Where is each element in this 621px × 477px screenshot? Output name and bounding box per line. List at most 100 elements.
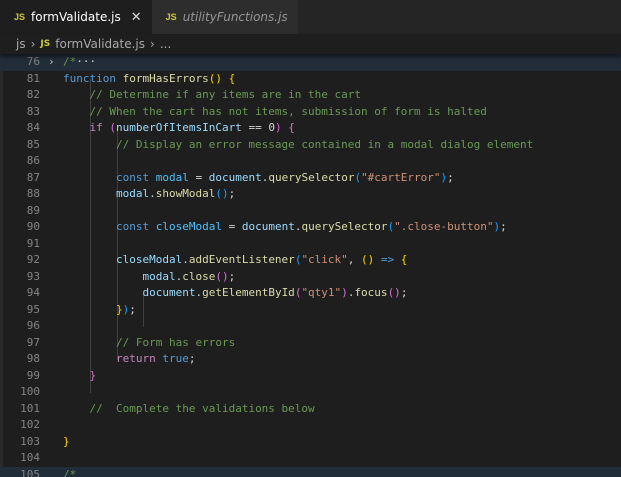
line-number: 102 [20, 418, 40, 431]
code-token: () [215, 187, 229, 200]
code-line[interactable]: 99 } [0, 368, 621, 385]
breadcrumb: js › JS formValidate.js › ... [0, 34, 621, 54]
code-text: modal.showModal(); [63, 186, 235, 203]
line-number: 103 [20, 434, 40, 448]
fold-chevron-icon[interactable]: › [48, 54, 55, 71]
code-token: ; [188, 352, 196, 365]
editor-tab-bar: JS formValidate.js ✕ JS utilityFunctions… [0, 0, 621, 34]
line-number: 93 [26, 269, 40, 283]
code-line[interactable]: 76 › /*··· [0, 54, 621, 71]
code-token: close [182, 269, 216, 283]
code-token: "qty1" [301, 286, 342, 299]
line-number: 96 [26, 319, 40, 332]
code-text: /* [60, 467, 76, 477]
code-token: true [162, 352, 189, 365]
line-number: 105 [20, 467, 40, 477]
code-text: if (numberOfItemsInCart == 0) { [63, 120, 295, 137]
code-token: "click" [301, 253, 348, 266]
code-token: . [149, 187, 156, 200]
code-token: ; [500, 220, 507, 233]
code-line[interactable]: 98 return true; [0, 351, 621, 368]
code-token: } [63, 434, 70, 448]
code-token: { [228, 71, 236, 85]
code-text: /*··· [60, 54, 96, 71]
code-token: ) [341, 286, 348, 299]
code-line[interactable]: 89 [0, 203, 621, 220]
code-token: () [208, 71, 222, 85]
line-number: 99 [26, 368, 40, 382]
code-token: numberOfItemsInCart [116, 121, 242, 134]
chevron-right-icon: › [30, 37, 36, 51]
code-line[interactable]: 101 // Complete the validations below [0, 401, 621, 418]
code-line[interactable]: 93 modal.close(); [0, 269, 621, 286]
code-token: getElementById [202, 286, 295, 299]
line-number: 104 [20, 451, 40, 464]
line-number: 95 [26, 302, 40, 316]
code-editor[interactable]: 7576›/*···81function formHasErrors() {82… [0, 44, 621, 477]
line-number: 86 [26, 154, 40, 167]
javascript-file-icon: JS [165, 12, 177, 22]
chevron-right-icon: › [150, 37, 155, 51]
code-line[interactable]: 88 modal.showModal(); [0, 186, 621, 203]
code-token: // Form has errors [115, 335, 236, 349]
code-line[interactable]: 100 [0, 384, 621, 401]
code-token: ; [228, 187, 236, 200]
code-token: "#cartError" [361, 170, 441, 184]
code-line[interactable]: 104 [0, 450, 621, 467]
code-line[interactable]: 86 [0, 153, 621, 170]
code-token: addEventListener [188, 253, 295, 266]
tab-utility-functions[interactable]: JS utilityFunctions.js [151, 0, 298, 34]
code-text: function formHasErrors() { [63, 71, 235, 88]
code-text: // When the cart has not items, submissi… [63, 104, 487, 121]
code-line[interactable]: 102 [0, 417, 621, 434]
code-line[interactable]: 82 // Determine if any items are in the … [0, 87, 621, 104]
code-token: ; [447, 170, 454, 184]
code-line[interactable]: 105 /* [0, 466, 621, 477]
code-line[interactable]: 96 [0, 318, 621, 335]
code-line[interactable]: 81 function formHasErrors() { [0, 71, 621, 88]
code-line[interactable]: 94 document.getElementById("qty1").focus… [0, 285, 621, 302]
code-token: // Determine if any items are in the car… [89, 88, 362, 101]
code-line[interactable]: 91 [0, 236, 621, 253]
code-text: // Complete the validations below [63, 401, 315, 418]
breadcrumb-symbol[interactable]: ... [160, 37, 171, 51]
code-line[interactable]: 87 const modal = document.querySelector(… [0, 170, 621, 187]
code-line[interactable]: 103} [0, 434, 621, 451]
code-line[interactable]: 84 if (numberOfItemsInCart == 0) { [0, 120, 621, 137]
tab-label: utilityFunctions.js [182, 10, 288, 24]
code-line[interactable]: 85 // Display an error message contained… [0, 137, 621, 154]
breadcrumb-folder[interactable]: js [16, 37, 26, 51]
code-token: . [182, 253, 189, 266]
code-token: if [89, 121, 103, 134]
line-number: 89 [26, 203, 40, 217]
line-number: 82 [26, 88, 40, 101]
code-token: == [241, 121, 269, 134]
code-token: formHasErrors [122, 71, 209, 85]
code-text: } [63, 434, 70, 451]
code-line[interactable]: 95 }); [0, 302, 621, 319]
code-token: return [115, 352, 156, 365]
code-token: modal [155, 170, 189, 184]
code-line[interactable]: 97 // Form has errors [0, 335, 621, 352]
code-token: modal [142, 269, 176, 283]
breadcrumb-file[interactable]: formValidate.js [55, 37, 145, 51]
code-token: ".close-button" [394, 220, 494, 233]
code-line[interactable]: 90 const closeModal = document.querySele… [0, 219, 621, 236]
code-token: ) [274, 121, 282, 134]
line-number: 76 [26, 55, 40, 68]
tab-form-validate[interactable]: JS formValidate.js ✕ [0, 0, 152, 34]
code-line[interactable]: 92 closeModal.addEventListener("click", … [0, 252, 621, 269]
code-line[interactable]: 83 // When the cart has not items, submi… [0, 104, 621, 121]
close-tab-icon[interactable]: ✕ [131, 10, 142, 25]
